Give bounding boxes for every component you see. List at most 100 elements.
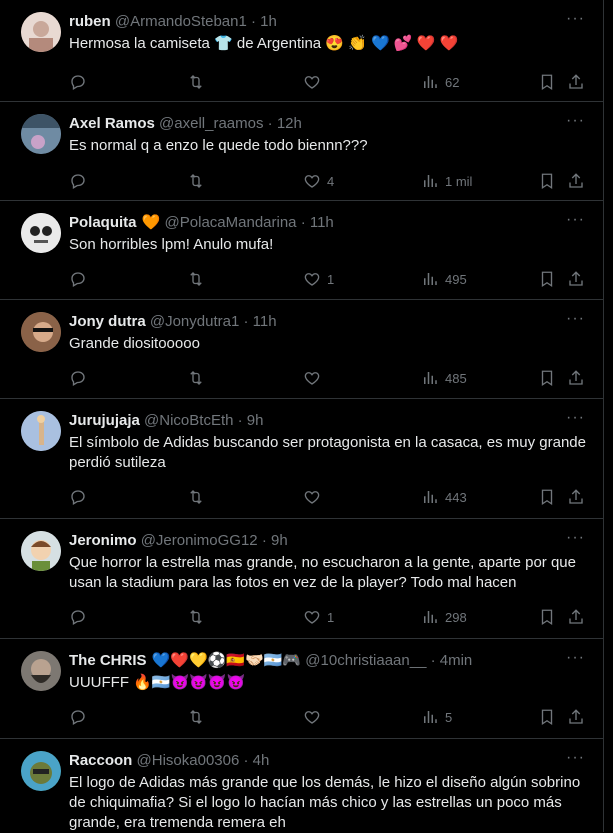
- user-handle[interactable]: @NicoBtcEth: [144, 412, 233, 429]
- bookmark-button[interactable]: [538, 72, 556, 92]
- display-name[interactable]: Raccoon: [69, 752, 132, 769]
- reply-button[interactable]: [69, 171, 87, 191]
- timestamp[interactable]: 9h: [247, 412, 264, 429]
- share-button[interactable]: [567, 368, 585, 388]
- avatar[interactable]: [21, 751, 61, 791]
- reply-button[interactable]: [69, 487, 87, 507]
- user-handle[interactable]: @Hisoka00306: [137, 752, 240, 769]
- avatar[interactable]: [21, 12, 61, 52]
- tweet-header: Polaquita 🧡 @PolacaMandarina · 11h: [69, 213, 334, 233]
- user-handle[interactable]: @axell_raamos: [159, 115, 263, 132]
- bookmark-button[interactable]: [538, 269, 556, 289]
- like-button[interactable]: [303, 72, 327, 92]
- tweet-text: El logo de Adidas más grande que los dem…: [69, 774, 581, 831]
- share-button[interactable]: [567, 171, 585, 191]
- retweet-button[interactable]: [187, 72, 205, 92]
- display-name[interactable]: Axel Ramos: [69, 115, 155, 132]
- views-button[interactable]: 485: [421, 368, 467, 388]
- display-name[interactable]: Polaquita: [69, 214, 137, 231]
- bookmark-button[interactable]: [538, 607, 556, 627]
- reply-button[interactable]: [69, 707, 87, 727]
- bookmark-button[interactable]: [538, 707, 556, 727]
- like-button[interactable]: 4: [303, 171, 334, 191]
- retweet-button[interactable]: [187, 487, 205, 507]
- tweet[interactable]: Jeronimo @JeronimoGG12 · 9h ··· Que horr…: [0, 519, 603, 639]
- more-dots-icon[interactable]: ···: [566, 530, 585, 546]
- tweet[interactable]: Raccoon @Hisoka00306 · 4h ··· El logo de…: [0, 739, 603, 832]
- tweet[interactable]: ruben @ArmandoSteban1 · 1h ··· Hermosa l…: [0, 0, 603, 102]
- share-button[interactable]: [567, 269, 585, 289]
- avatar[interactable]: [21, 531, 61, 571]
- views-button[interactable]: 62: [421, 72, 459, 92]
- views-button[interactable]: 1 mil: [421, 171, 472, 191]
- reply-button[interactable]: [69, 607, 87, 627]
- avatar[interactable]: [21, 411, 61, 451]
- user-handle[interactable]: @PolacaMandarina: [165, 214, 297, 231]
- timestamp[interactable]: 1h: [260, 13, 277, 30]
- display-name[interactable]: ruben: [69, 13, 111, 30]
- retweet-button[interactable]: [187, 269, 205, 289]
- bookmark-button[interactable]: [538, 171, 556, 191]
- share-button[interactable]: [567, 487, 585, 507]
- user-handle[interactable]: @JeronimoGG12: [141, 532, 258, 549]
- timestamp[interactable]: 11h: [253, 313, 277, 330]
- timestamp[interactable]: 4h: [253, 752, 270, 769]
- more-dots-icon[interactable]: ···: [566, 750, 585, 766]
- reply-button[interactable]: [69, 269, 87, 289]
- more-dots-icon[interactable]: ···: [566, 410, 585, 426]
- retweet-button[interactable]: [187, 607, 205, 627]
- tweet[interactable]: Jurujujaja @NicoBtcEth · 9h ··· El símbo…: [0, 399, 603, 519]
- more-dots-icon[interactable]: ···: [566, 113, 585, 129]
- tweet-text: Hermosa la camiseta 👕 de Argentina 😍 👏 💙…: [69, 35, 459, 52]
- views-button[interactable]: 298: [421, 607, 467, 627]
- view-count: 1 mil: [445, 173, 473, 189]
- timestamp[interactable]: 11h: [310, 214, 334, 231]
- display-name[interactable]: The CHRIS: [69, 652, 147, 669]
- retweet-icon: [190, 174, 202, 188]
- more-dots-icon[interactable]: ···: [566, 11, 585, 27]
- display-name[interactable]: Jony dutra: [69, 313, 146, 330]
- like-button[interactable]: [303, 368, 327, 388]
- avatar[interactable]: [21, 651, 61, 691]
- timestamp[interactable]: 12h: [277, 115, 302, 132]
- more-dots-icon[interactable]: ···: [566, 311, 585, 327]
- reply-button[interactable]: [69, 72, 87, 92]
- retweet-button[interactable]: [187, 368, 205, 388]
- views-button[interactable]: 443: [421, 487, 467, 507]
- views-button[interactable]: 5: [421, 707, 452, 727]
- tweet[interactable]: Polaquita 🧡 @PolacaMandarina · 11h ··· S…: [0, 201, 603, 300]
- tweet[interactable]: Jony dutra @Jonydutra1 · 11h ··· Grande …: [0, 300, 603, 399]
- user-handle[interactable]: @ArmandoSteban1: [115, 13, 247, 30]
- avatar[interactable]: [21, 213, 61, 253]
- reply-icon: [71, 610, 85, 625]
- avatar[interactable]: [21, 114, 61, 154]
- user-handle[interactable]: @Jonydutra1: [150, 313, 239, 330]
- reply-button[interactable]: [69, 368, 87, 388]
- more-dots-icon[interactable]: ···: [566, 650, 585, 666]
- retweet-button[interactable]: [187, 707, 205, 727]
- timestamp[interactable]: 9h: [271, 532, 288, 549]
- bookmark-button[interactable]: [538, 487, 556, 507]
- like-button[interactable]: [303, 487, 327, 507]
- avatar[interactable]: [21, 312, 61, 352]
- like-button[interactable]: 1: [303, 607, 334, 627]
- views-button[interactable]: 495: [421, 269, 467, 289]
- more-dots-icon[interactable]: ···: [566, 212, 585, 228]
- retweet-icon: [190, 371, 202, 385]
- tweet-header: Jony dutra @Jonydutra1 · 11h: [69, 312, 277, 332]
- retweet-button[interactable]: [187, 171, 205, 191]
- like-button[interactable]: [303, 707, 327, 727]
- tweet[interactable]: Axel Ramos @axell_raamos · 12h ··· Es no…: [0, 102, 603, 201]
- share-button[interactable]: [567, 72, 585, 92]
- display-name[interactable]: Jurujujaja: [69, 412, 140, 429]
- share-button[interactable]: [567, 707, 585, 727]
- share-button[interactable]: [567, 607, 585, 627]
- bookmark-button[interactable]: [538, 368, 556, 388]
- like-button[interactable]: 1: [303, 269, 334, 289]
- heart-icon: [304, 175, 320, 188]
- timestamp[interactable]: 4min: [440, 652, 473, 669]
- user-handle[interactable]: @10christiaaan__: [305, 652, 426, 669]
- display-name[interactable]: Jeronimo: [69, 532, 137, 549]
- tweet[interactable]: The CHRIS 💙❤️💛⚽🇪🇸🤝🏻🇦🇷🎮 @10christiaaan__ …: [0, 639, 603, 739]
- share-icon: [569, 709, 583, 724]
